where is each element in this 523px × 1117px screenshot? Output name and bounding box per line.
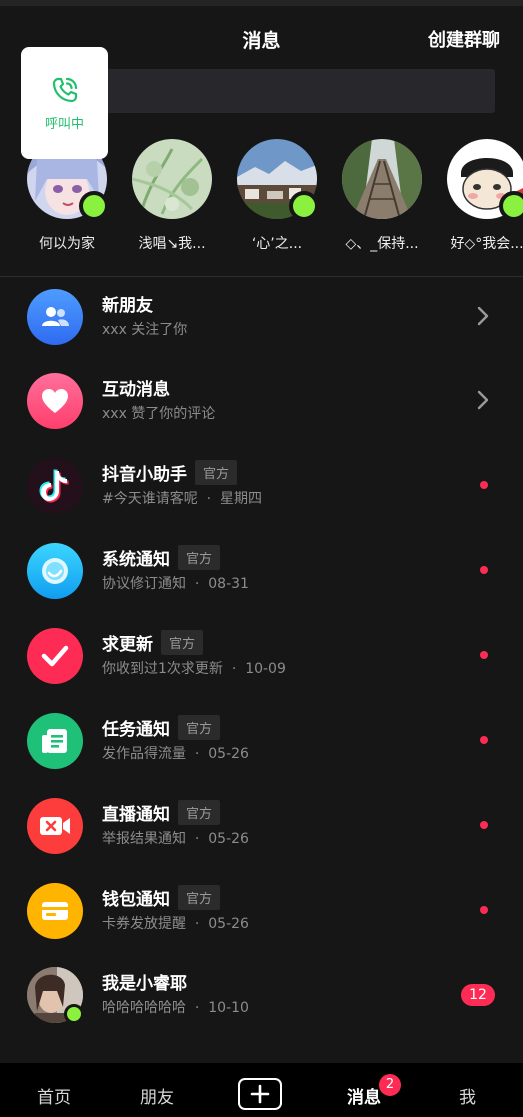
task-icon <box>27 713 83 769</box>
story-name: 浅唱↘我... <box>138 236 206 252</box>
item-subtitle: xxx 关注了你 <box>102 322 188 338</box>
list-item-new-friends[interactable]: 新朋友 xxx 关注了你 <box>0 289 523 374</box>
official-badge: 官方 <box>178 545 221 570</box>
item-subtitle: 协议修订通知 · 08-31 <box>102 576 249 592</box>
system-notice-icon <box>27 543 83 599</box>
list-item-task-notice[interactable]: 任务通知 官方 发作品得流量 · 05-26 <box>0 713 523 798</box>
unread-count-badge: 12 <box>461 984 495 1006</box>
story-item[interactable]: 浅唱↘我... <box>124 139 220 253</box>
list-item-wallet-notice[interactable]: 钱包通知 官方 卡券发放提醒 · 05-26 <box>0 883 523 968</box>
phone-ringing-icon <box>52 77 77 103</box>
bottom-nav: 首页 朋友 消息 2 我 <box>0 1063 523 1117</box>
create-group-button[interactable]: 创建群聊 <box>428 26 500 52</box>
nav-friends[interactable]: 朋友 <box>140 1083 174 1108</box>
story-name: ◇、_保持... <box>345 236 419 252</box>
item-title: 直播通知 官方 <box>102 800 221 825</box>
heart-icon <box>27 373 83 429</box>
wallet-icon <box>27 883 83 939</box>
nav-home[interactable]: 首页 <box>37 1083 71 1108</box>
item-title: 我是小睿耶 <box>102 974 187 994</box>
list-item-update-request[interactable]: 求更新 官方 你收到过1次求更新 · 10-09 <box>0 628 523 713</box>
avatar[interactable] <box>447 139 523 221</box>
item-title: 新朋友 <box>102 296 153 316</box>
unread-dot <box>480 481 488 489</box>
top-edge <box>0 0 523 6</box>
unread-dot <box>480 906 488 914</box>
create-post-button[interactable] <box>238 1078 282 1110</box>
divider <box>0 276 523 277</box>
user-avatar <box>27 967 84 1024</box>
list-item-interactions[interactable]: 互动消息 xxx 赞了你的评论 <box>0 373 523 458</box>
official-badge: 官方 <box>195 460 238 485</box>
item-subtitle: xxx 赞了你的评论 <box>102 406 216 422</box>
item-title: 互动消息 <box>102 380 170 400</box>
item-subtitle: 举报结果通知 · 05-26 <box>102 831 249 847</box>
list-item-system-notice[interactable]: 系统通知 官方 协议修订通知 · 08-31 <box>0 543 523 628</box>
item-title: 钱包通知 官方 <box>102 885 221 910</box>
call-floating-card[interactable]: 呼叫中 <box>21 47 108 159</box>
messages-count-badge: 2 <box>379 1074 401 1096</box>
official-badge: 官方 <box>178 715 221 740</box>
live-camera-icon <box>27 798 83 854</box>
check-icon <box>27 628 83 684</box>
story-item[interactable]: ‘心’之... <box>229 139 325 253</box>
unread-dot <box>480 651 488 659</box>
nav-me[interactable]: 我 <box>459 1083 476 1108</box>
official-badge: 官方 <box>178 800 221 825</box>
people-icon <box>27 289 83 345</box>
chevron-right-icon <box>477 306 489 326</box>
unread-dot <box>480 821 488 829</box>
tiktok-icon <box>27 458 83 514</box>
online-indicator <box>64 1004 84 1024</box>
story-item[interactable]: ◇、_保持... <box>334 139 430 253</box>
item-subtitle: 卡券发放提醒 · 05-26 <box>102 916 249 932</box>
online-indicator <box>79 191 109 221</box>
item-subtitle: 你收到过1次求更新 · 10-09 <box>102 661 286 677</box>
plus-icon <box>250 1084 270 1104</box>
chevron-right-icon <box>477 390 489 410</box>
item-title: 系统通知 官方 <box>102 545 221 570</box>
item-subtitle: 哈哈哈哈哈哈 · 10-10 <box>102 1000 249 1016</box>
official-badge: 官方 <box>178 885 221 910</box>
online-indicator <box>499 191 523 221</box>
call-status: 呼叫中 <box>44 117 84 132</box>
unread-dot <box>480 566 488 574</box>
messages-screen: 消息 创建群聊 呼叫中 何以为家 浅唱↘我... ‘心’之... ◇、_保持..… <box>0 0 523 1117</box>
list-item-chat-user[interactable]: 我是小睿耶 哈哈哈哈哈哈 · 10-10 12 <box>0 967 523 1052</box>
official-badge: 官方 <box>161 630 204 655</box>
nav-messages[interactable]: 消息 <box>347 1083 381 1108</box>
online-indicator <box>289 191 319 221</box>
item-title: 任务通知 官方 <box>102 715 221 740</box>
item-subtitle: 发作品得流量 · 05-26 <box>102 746 249 762</box>
story-name: 好◇°我会... <box>450 236 523 252</box>
story-name: 何以为家 <box>39 236 95 252</box>
story-name: ‘心’之... <box>251 236 303 252</box>
item-title: 求更新 官方 <box>102 630 204 655</box>
avatar[interactable] <box>132 139 212 219</box>
item-subtitle: #今天谁请客呢 · 星期四 <box>102 491 262 507</box>
avatar[interactable] <box>342 139 422 219</box>
item-title: 抖音小助手 官方 <box>102 460 238 485</box>
list-item-live-notice[interactable]: 直播通知 官方 举报结果通知 · 05-26 <box>0 798 523 883</box>
story-item[interactable]: 好◇°我会... <box>439 139 523 253</box>
unread-dot <box>480 736 488 744</box>
avatar[interactable] <box>237 139 319 221</box>
list-item-douyin-assistant[interactable]: 抖音小助手 官方 #今天谁请客呢 · 星期四 <box>0 458 523 543</box>
